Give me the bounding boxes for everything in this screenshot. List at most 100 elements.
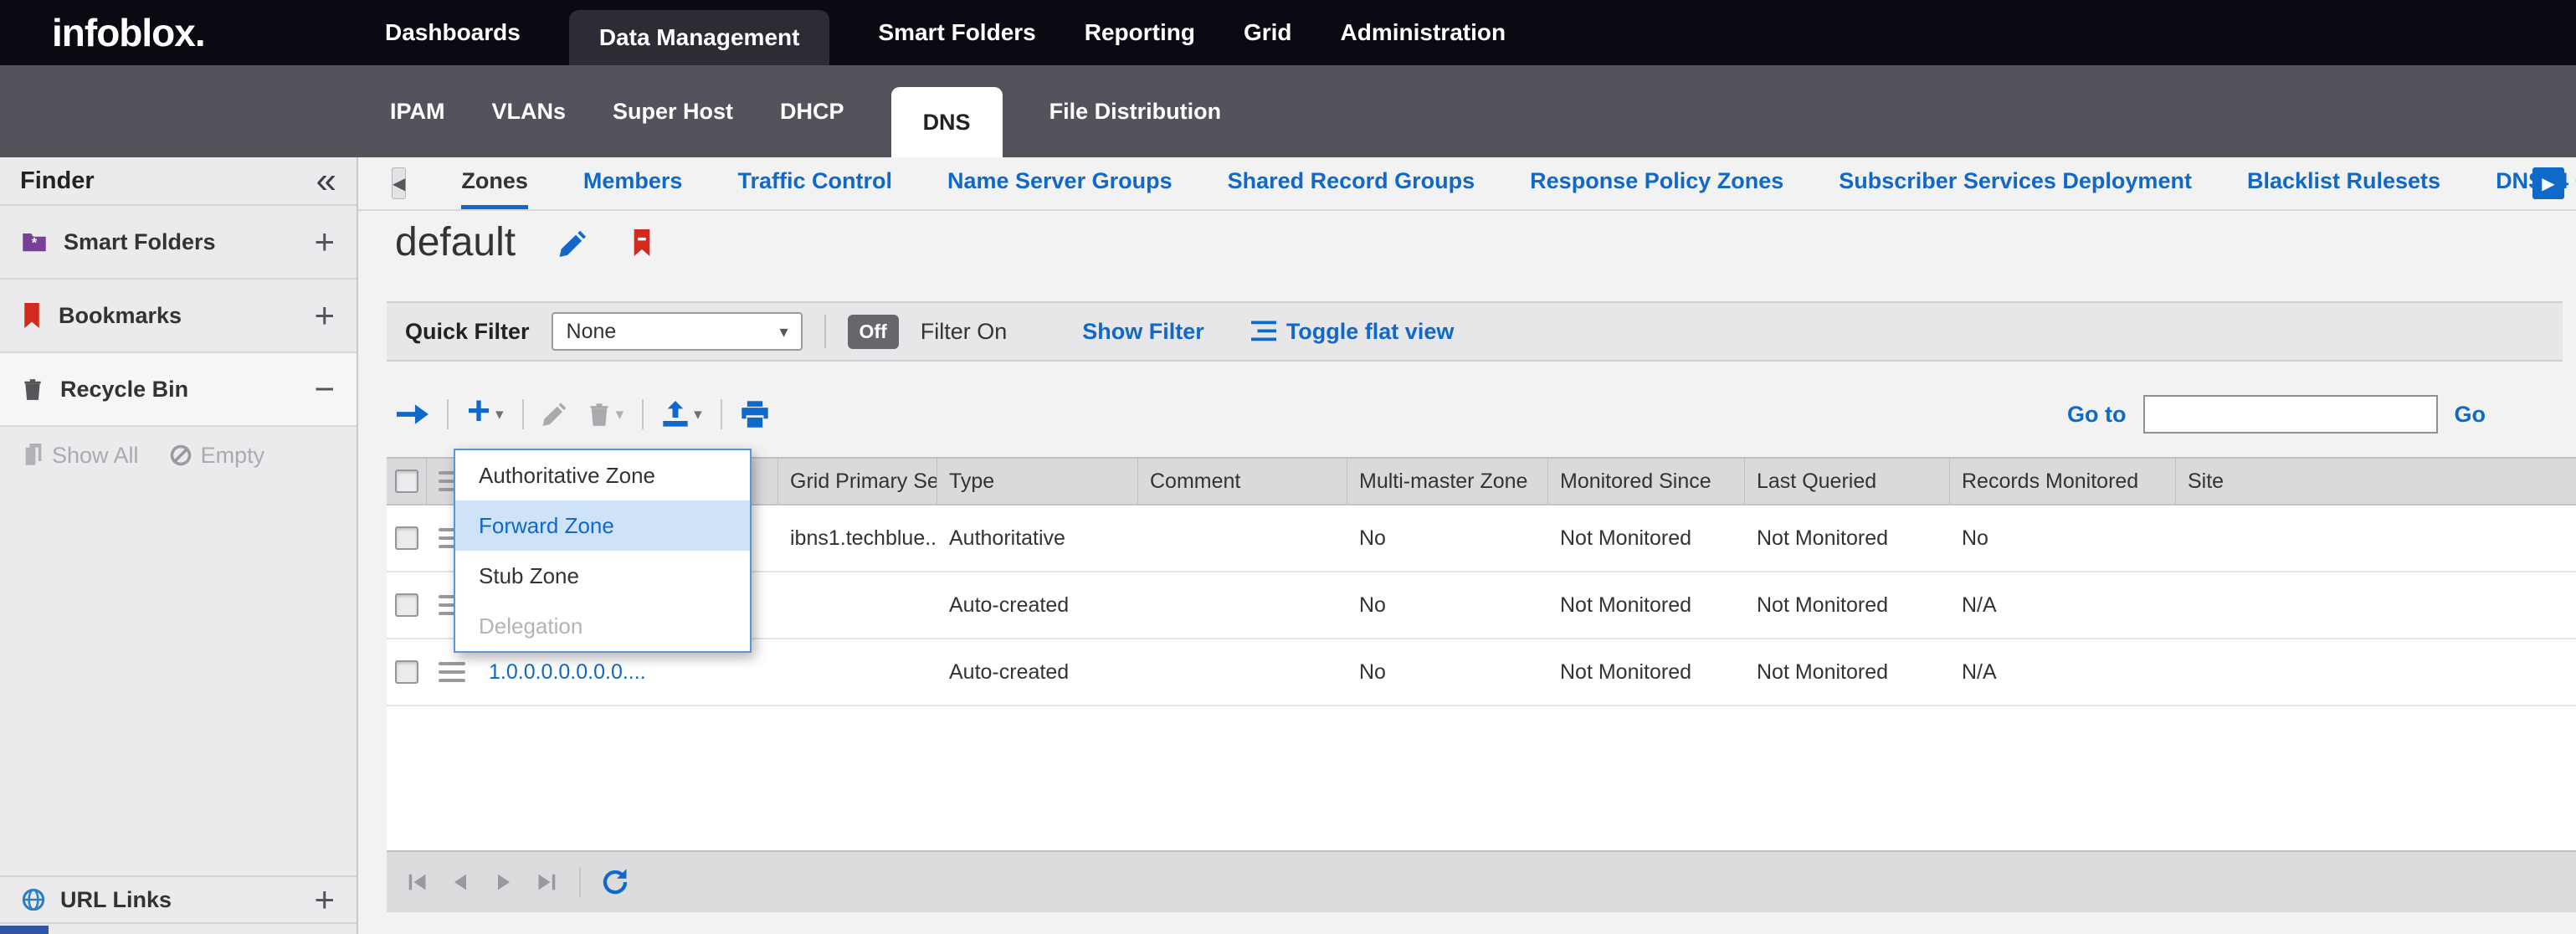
subnav-vlans[interactable]: VLANs: [492, 99, 567, 125]
column-header-site[interactable]: Site: [2176, 459, 2576, 504]
tab-members[interactable]: Members: [583, 157, 683, 209]
delete-button-disabled[interactable]: ▾: [588, 402, 624, 427]
topnav-dashboards[interactable]: Dashboards: [385, 0, 521, 65]
sidebar-item-label: Recycle Bin: [60, 377, 188, 403]
tab-response-policy-zones[interactable]: Response Policy Zones: [1530, 157, 1783, 209]
subnav-dhcp[interactable]: DHCP: [780, 99, 844, 125]
sidebar-item-bookmarks[interactable]: Bookmarks +: [0, 280, 357, 353]
cell-monitored-since: Not Monitored: [1548, 505, 1745, 571]
next-page-icon[interactable]: [492, 870, 516, 894]
dns-content-panel: ◀ Zones Members Traffic Control Name Ser…: [358, 157, 2576, 934]
tab-blacklist-rulesets[interactable]: Blacklist Rulesets: [2247, 157, 2440, 209]
filter-off-badge[interactable]: Off: [848, 315, 899, 349]
quick-filter-select[interactable]: None ▾: [552, 312, 803, 351]
subnav-dns[interactable]: DNS: [891, 87, 1003, 157]
plus-icon: +: [467, 392, 490, 432]
zone-toolbar: + ▾ ▾ ▾ Go to Go: [387, 378, 2563, 450]
subnav-super-host[interactable]: Super Host: [613, 99, 733, 125]
recycle-bin-icon: [22, 377, 44, 401]
add-zone-button[interactable]: + ▾: [467, 397, 504, 432]
cell-type: Auto-created: [937, 572, 1138, 638]
topnav-administration[interactable]: Administration: [1341, 0, 1506, 65]
add-zone-menu: Authoritative Zone Forward Zone Stub Zon…: [454, 449, 752, 653]
sidebar-resize-grip[interactable]: [0, 926, 49, 934]
subnav-ipam[interactable]: IPAM: [390, 99, 445, 125]
cell-comment: [1138, 505, 1347, 571]
column-header-multi-master[interactable]: Multi-master Zone: [1347, 459, 1548, 504]
select-all-checkbox[interactable]: [395, 470, 418, 493]
row-checkbox[interactable]: [395, 593, 418, 617]
page-title: default: [395, 219, 516, 265]
tab-subscriber-services-deployment[interactable]: Subscriber Services Deployment: [1839, 157, 2192, 209]
edit-zone-icon[interactable]: [559, 228, 588, 257]
chevron-down-icon: ▾: [767, 321, 801, 342]
infoblox-logo: infoblox.: [0, 0, 360, 65]
goto-input[interactable]: [2143, 395, 2438, 434]
row-checkbox[interactable]: [395, 660, 418, 684]
column-header-records-monitored[interactable]: Records Monitored: [1950, 459, 2176, 504]
menu-item-forward-zone[interactable]: Forward Zone: [455, 500, 750, 551]
divider: [447, 399, 449, 429]
last-page-icon[interactable]: [536, 870, 559, 894]
sidebar-item-label: Bookmarks: [59, 303, 182, 329]
toggle-flat-view-link[interactable]: Toggle flat view: [1251, 319, 1455, 345]
collapse-recycle-bin-button[interactable]: −: [314, 372, 335, 407]
column-header-last-queried[interactable]: Last Queried: [1745, 459, 1950, 504]
goto-label: Go to: [2067, 402, 2126, 428]
row-checkbox[interactable]: [395, 526, 418, 550]
cell-site: [2176, 505, 2576, 571]
goto-cluster: Go to Go: [2067, 395, 2563, 434]
tab-name-server-groups[interactable]: Name Server Groups: [947, 157, 1173, 209]
topnav-grid[interactable]: Grid: [1244, 0, 1292, 65]
show-filter-link[interactable]: Show Filter: [1082, 319, 1204, 345]
add-bookmark-button[interactable]: +: [314, 298, 335, 333]
tabs-scroll-right-icon[interactable]: ▶: [2532, 167, 2564, 199]
cell-comment: [1138, 639, 1347, 705]
column-header-type[interactable]: Type: [937, 459, 1138, 504]
bookmark-icon: [22, 303, 42, 328]
url-links-icon: [22, 888, 45, 911]
topnav-smart-folders[interactable]: Smart Folders: [878, 0, 1035, 65]
import-export-button[interactable]: ▾: [662, 401, 702, 428]
topnav-data-management[interactable]: Data Management: [569, 10, 830, 65]
subnav-file-distribution[interactable]: File Distribution: [1049, 99, 1222, 125]
edit-button-disabled[interactable]: [542, 401, 569, 428]
sidebar-item-smart-folders[interactable]: * Smart Folders +: [0, 206, 357, 280]
menu-item-delegation: Delegation: [455, 601, 750, 651]
bookmark-zone-icon[interactable]: [631, 229, 653, 256]
first-page-icon[interactable]: [405, 870, 428, 894]
recycle-empty-link[interactable]: Empty: [169, 443, 265, 469]
menu-item-stub-zone[interactable]: Stub Zone: [455, 551, 750, 601]
pages-icon: [23, 444, 44, 467]
add-smart-folder-button[interactable]: +: [314, 224, 335, 259]
cell-last-queried: Not Monitored: [1745, 505, 1950, 571]
sidebar-item-recycle-bin[interactable]: Recycle Bin −: [0, 353, 357, 427]
column-header-monitored-since[interactable]: Monitored Since: [1548, 459, 1745, 504]
hamburger-icon[interactable]: [439, 662, 465, 682]
go-into-arrow-icon[interactable]: [397, 402, 428, 427]
title-row: default: [395, 219, 653, 265]
menu-item-authoritative-zone[interactable]: Authoritative Zone: [455, 450, 750, 500]
go-button[interactable]: Go: [2455, 402, 2486, 428]
cell-comment: [1138, 572, 1347, 638]
tab-shared-record-groups[interactable]: Shared Record Groups: [1228, 157, 1475, 209]
collapse-sidebar-icon[interactable]: «: [316, 162, 336, 199]
print-button[interactable]: [741, 401, 769, 428]
sub-bar: IPAM VLANs Super Host DHCP DNS File Dist…: [0, 65, 2576, 157]
select-all-cell: [387, 459, 427, 504]
column-header-comment[interactable]: Comment: [1138, 459, 1347, 504]
cell-grid-primary: [778, 572, 937, 638]
recycle-show-all-link[interactable]: Show All: [23, 443, 139, 469]
tab-traffic-control[interactable]: Traffic Control: [737, 157, 892, 209]
add-url-link-button[interactable]: +: [314, 882, 335, 917]
previous-page-icon[interactable]: [449, 870, 472, 894]
refresh-icon[interactable]: [601, 868, 629, 896]
sidebar-item-label: Smart Folders: [64, 229, 216, 255]
top-bar: infoblox. Dashboards Data Management Sma…: [0, 0, 2576, 65]
tabs-scroll-left-icon[interactable]: ◀: [392, 167, 406, 199]
column-header-grid-primary[interactable]: Grid Primary Se...: [778, 459, 937, 504]
tab-zones[interactable]: Zones: [461, 157, 528, 209]
topnav-reporting[interactable]: Reporting: [1085, 0, 1195, 65]
sidebar-item-url-links[interactable]: URL Links +: [0, 875, 357, 924]
divider: [522, 399, 524, 429]
